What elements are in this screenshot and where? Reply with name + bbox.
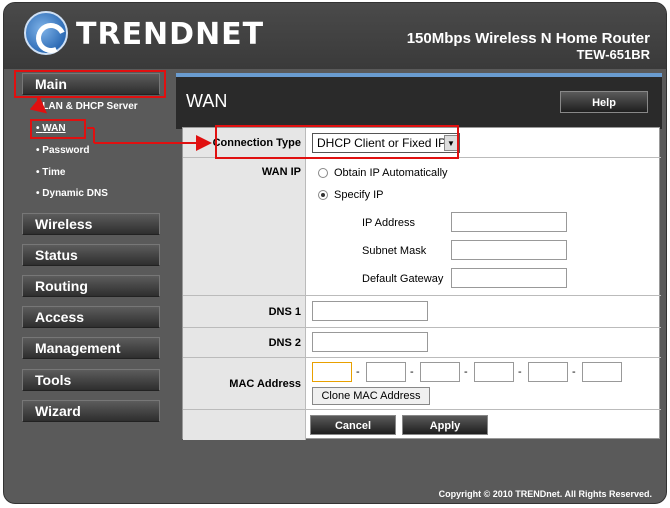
menu-wireless[interactable]: Wireless [22,213,160,235]
specify-ip-radio[interactable] [318,190,328,200]
page-title: WAN [186,91,228,111]
menu-wizard[interactable]: Wizard [22,400,160,422]
brand-logo-text: TRENDNET [76,17,265,52]
obtain-ip-radio[interactable] [318,168,328,178]
mac-separator: - [518,366,522,378]
header: TRENDNET 150Mbps Wireless N Home Router … [4,3,666,69]
help-button[interactable]: Help [560,91,648,113]
model-number: TEW-651BR [576,47,650,62]
highlight-box-main [14,70,166,98]
sub-item-password[interactable]: • Password [36,145,90,156]
model-title: 150Mbps Wireless N Home Router [406,30,650,47]
dns1-input[interactable] [312,301,428,321]
clone-mac-button[interactable]: Clone MAC Address [312,387,430,405]
router-admin-window: TRENDNET 150Mbps Wireless N Home Router … [3,2,667,504]
mac-octet-3-input[interactable] [420,362,460,382]
menu-access[interactable]: Access [22,306,160,328]
sub-item-label: LAN & DHCP Server [42,101,138,112]
subnet-mask-label: Subnet Mask [362,245,427,257]
default-gateway-label: Default Gateway [362,273,444,285]
dns1-label: DNS 1 [183,296,305,328]
sub-item-label: Dynamic DNS [42,188,108,199]
mac-address-label: MAC Address [183,358,305,410]
action-row: Cancel Apply [305,410,661,440]
mac-separator: - [572,366,576,378]
cancel-button[interactable]: Cancel [310,415,396,435]
apply-button[interactable]: Apply [402,415,488,435]
highlight-box-connection-type [215,125,459,159]
sub-item-dynamic-dns[interactable]: • Dynamic DNS [36,188,108,199]
dns2-cell [305,328,661,358]
ip-address-label: IP Address [362,217,415,229]
trendnet-logo-icon [24,11,68,55]
specify-ip-label: Specify IP [334,189,384,201]
default-gateway-input[interactable] [451,268,567,288]
wan-ip-cell: Obtain IP Automatically Specify IP IP Ad… [305,158,661,296]
menu-management[interactable]: Management [22,337,160,359]
mac-octet-2-input[interactable] [366,362,406,382]
sidebar: Main • LAN & DHCP Server • WAN • Passwor… [4,69,174,439]
dns2-input[interactable] [312,332,428,352]
sub-item-time[interactable]: • Time [36,167,65,178]
mac-octet-4-input[interactable] [474,362,514,382]
mac-octet-5-input[interactable] [528,362,568,382]
menu-routing[interactable]: Routing [22,275,160,297]
mac-separator: - [464,366,468,378]
wan-form: Connection Type DHCP Client or Fixed IP … [182,125,661,440]
panel-title-bar: WAN Help [176,73,662,129]
copyright-footer: Copyright © 2010 TRENDnet. All Rights Re… [438,489,652,499]
subnet-mask-input[interactable] [451,240,567,260]
dns2-label: DNS 2 [183,328,305,358]
mac-separator: - [356,366,360,378]
mac-address-cell: - - - - - Clone MAC Address [305,358,661,410]
highlight-box-wan [30,119,86,139]
action-row-spacer [183,410,305,440]
sub-item-lan-dhcp[interactable]: • LAN & DHCP Server [36,101,138,112]
sub-item-label: Password [42,145,90,156]
mac-octet-1-input[interactable] [312,362,352,382]
sub-item-label: Time [42,167,66,178]
mac-separator: - [410,366,414,378]
obtain-ip-label: Obtain IP Automatically [334,167,448,179]
dns1-cell [305,296,661,328]
wan-ip-label: WAN IP [183,158,305,296]
menu-status[interactable]: Status [22,244,160,266]
menu-tools[interactable]: Tools [22,369,160,391]
mac-octet-6-input[interactable] [582,362,622,382]
ip-address-input[interactable] [451,212,567,232]
